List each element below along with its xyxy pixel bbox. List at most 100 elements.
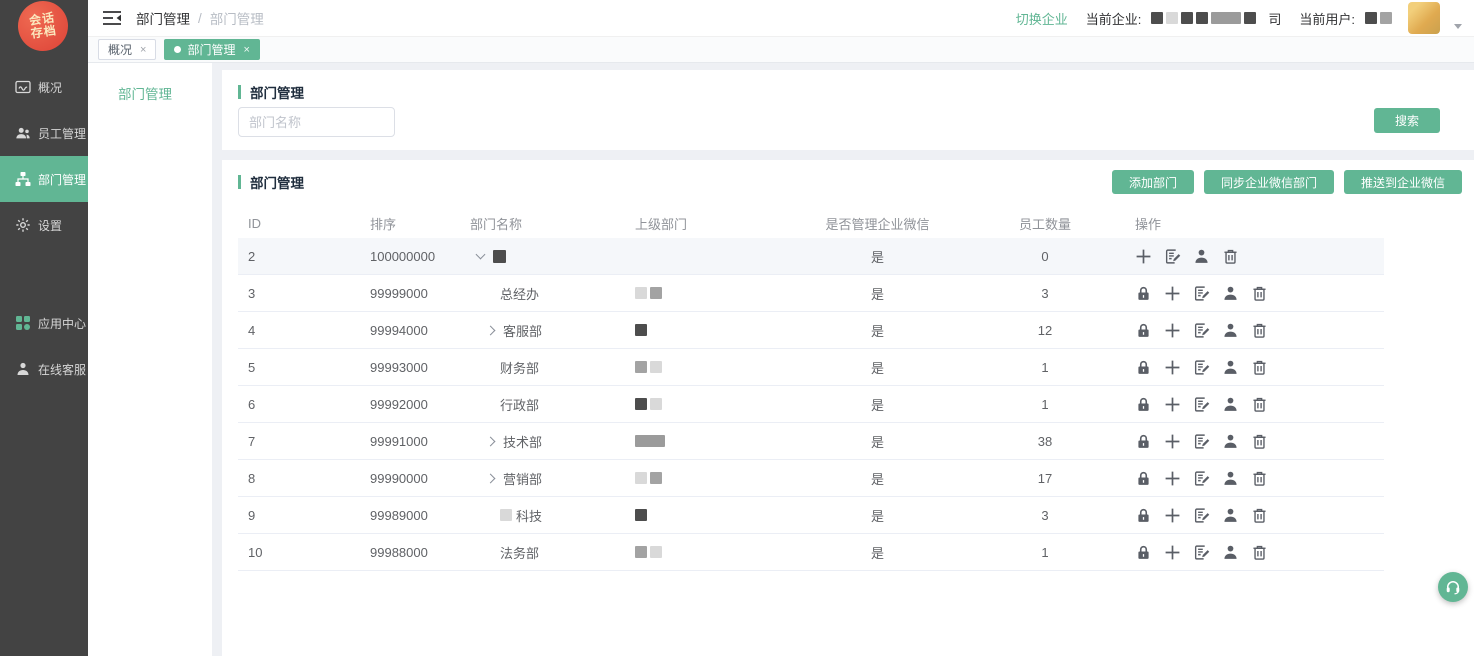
customer-service-button[interactable] bbox=[1438, 572, 1468, 602]
member-icon[interactable] bbox=[1222, 433, 1239, 450]
member-icon[interactable] bbox=[1222, 507, 1239, 524]
lock-icon[interactable] bbox=[1135, 433, 1152, 450]
add-icon[interactable] bbox=[1164, 433, 1181, 450]
expand-row-icon[interactable] bbox=[486, 325, 496, 335]
add-icon[interactable] bbox=[1164, 322, 1181, 339]
departments-icon bbox=[14, 171, 31, 188]
tab-close-icon[interactable]: × bbox=[140, 44, 146, 56]
add-icon[interactable] bbox=[1135, 248, 1152, 265]
lock-icon[interactable] bbox=[1135, 285, 1152, 302]
member-icon[interactable] bbox=[1193, 248, 1210, 265]
tab-departments[interactable]: 部门管理 × bbox=[164, 39, 259, 60]
sync-wecom-departments-button[interactable]: 同步企业微信部门 bbox=[1204, 170, 1334, 194]
member-icon[interactable] bbox=[1222, 396, 1239, 413]
edit-icon[interactable] bbox=[1193, 470, 1210, 487]
department-name: 技术部 bbox=[503, 432, 542, 451]
redacted-block bbox=[635, 509, 647, 521]
department-name-input[interactable] bbox=[238, 107, 395, 137]
edit-icon[interactable] bbox=[1193, 285, 1210, 302]
cell-manage-wecom: 是 bbox=[770, 358, 985, 377]
sidebar-menu-bottom: 应用中心在线客服 bbox=[0, 300, 88, 392]
add-department-button[interactable]: 添加部门 bbox=[1112, 170, 1194, 194]
collapse-menu-icon[interactable] bbox=[102, 10, 122, 26]
lock-icon[interactable] bbox=[1135, 544, 1152, 561]
cell-manage-wecom: 是 bbox=[770, 432, 985, 451]
cell-manage-wecom: 是 bbox=[770, 247, 985, 266]
add-icon[interactable] bbox=[1164, 507, 1181, 524]
delete-icon[interactable] bbox=[1251, 285, 1268, 302]
breadcrumb-item[interactable]: 部门管理 bbox=[136, 8, 190, 28]
cell-department-name: 科技 bbox=[460, 506, 607, 525]
delete-icon[interactable] bbox=[1251, 359, 1268, 376]
edit-icon[interactable] bbox=[1193, 359, 1210, 376]
add-icon[interactable] bbox=[1164, 359, 1181, 376]
department-name-redacted bbox=[493, 250, 506, 263]
cell-department-name: 行政部 bbox=[460, 395, 607, 414]
subsidebar-item-departments[interactable]: 部门管理 bbox=[88, 63, 212, 103]
push-to-wecom-button[interactable]: 推送到企业微信 bbox=[1344, 170, 1462, 194]
tab-close-icon[interactable]: × bbox=[243, 44, 249, 56]
expand-row-icon[interactable] bbox=[486, 436, 496, 446]
add-icon[interactable] bbox=[1164, 544, 1181, 561]
add-icon[interactable] bbox=[1164, 470, 1181, 487]
redacted-block bbox=[650, 546, 662, 558]
department-name: 总经办 bbox=[500, 284, 539, 303]
tab-overview[interactable]: 概况 × bbox=[98, 39, 156, 60]
switch-company-link[interactable]: 切换企业 bbox=[1016, 9, 1068, 28]
department-name: 营销部 bbox=[503, 469, 542, 488]
breadcrumb-separator: / bbox=[198, 11, 202, 26]
lock-icon[interactable] bbox=[1135, 359, 1152, 376]
tab-label: 概况 bbox=[108, 41, 132, 58]
member-icon[interactable] bbox=[1222, 359, 1239, 376]
cell-actions bbox=[1105, 396, 1384, 413]
add-icon[interactable] bbox=[1164, 396, 1181, 413]
sidebar-item-settings[interactable]: 设置 bbox=[0, 202, 88, 248]
delete-icon[interactable] bbox=[1251, 544, 1268, 561]
secondary-sidebar: 部门管理 bbox=[88, 63, 212, 656]
section-accent-bar bbox=[238, 175, 241, 189]
open-tabs-bar: 概况 × 部门管理 × bbox=[88, 37, 1474, 63]
delete-icon[interactable] bbox=[1222, 248, 1239, 265]
expand-row-icon[interactable] bbox=[486, 473, 496, 483]
edit-icon[interactable] bbox=[1164, 248, 1181, 265]
lock-icon[interactable] bbox=[1135, 396, 1152, 413]
lock-icon[interactable] bbox=[1135, 470, 1152, 487]
redacted-block bbox=[1211, 12, 1241, 24]
cell-actions bbox=[1105, 322, 1384, 339]
sidebar-item-employees[interactable]: 员工管理 bbox=[0, 110, 88, 156]
cell-manage-wecom: 是 bbox=[770, 284, 985, 303]
search-button[interactable]: 搜索 bbox=[1374, 108, 1440, 133]
lock-icon[interactable] bbox=[1135, 322, 1152, 339]
member-icon[interactable] bbox=[1222, 285, 1239, 302]
member-icon[interactable] bbox=[1222, 470, 1239, 487]
delete-icon[interactable] bbox=[1251, 433, 1268, 450]
sidebar-item-apps[interactable]: 应用中心 bbox=[0, 300, 88, 346]
department-name: 行政部 bbox=[500, 395, 539, 414]
sidebar-item-departments[interactable]: 部门管理 bbox=[0, 156, 88, 202]
edit-icon[interactable] bbox=[1193, 322, 1210, 339]
member-icon[interactable] bbox=[1222, 322, 1239, 339]
member-icon[interactable] bbox=[1222, 544, 1239, 561]
table-column-header: 是否管理企业微信 bbox=[770, 214, 985, 233]
delete-icon[interactable] bbox=[1251, 470, 1268, 487]
tab-label: 部门管理 bbox=[187, 41, 235, 58]
user-menu-caret-icon[interactable] bbox=[1454, 24, 1462, 29]
cell-id: 3 bbox=[238, 286, 360, 301]
collapse-row-icon[interactable] bbox=[476, 250, 486, 260]
edit-icon[interactable] bbox=[1193, 396, 1210, 413]
edit-icon[interactable] bbox=[1193, 507, 1210, 524]
delete-icon[interactable] bbox=[1251, 507, 1268, 524]
delete-icon[interactable] bbox=[1251, 396, 1268, 413]
cell-sort: 99994000 bbox=[360, 323, 460, 338]
edit-icon[interactable] bbox=[1193, 544, 1210, 561]
cell-id: 6 bbox=[238, 397, 360, 412]
user-avatar[interactable] bbox=[1408, 2, 1440, 34]
table-action-buttons: 添加部门同步企业微信部门推送到企业微信 bbox=[1112, 170, 1462, 194]
edit-icon[interactable] bbox=[1193, 433, 1210, 450]
sidebar-item-overview[interactable]: 概况 bbox=[0, 64, 88, 110]
lock-icon[interactable] bbox=[1135, 507, 1152, 524]
delete-icon[interactable] bbox=[1251, 322, 1268, 339]
table-panel-title: 部门管理 bbox=[250, 172, 304, 192]
sidebar-item-support[interactable]: 在线客服 bbox=[0, 346, 88, 392]
add-icon[interactable] bbox=[1164, 285, 1181, 302]
